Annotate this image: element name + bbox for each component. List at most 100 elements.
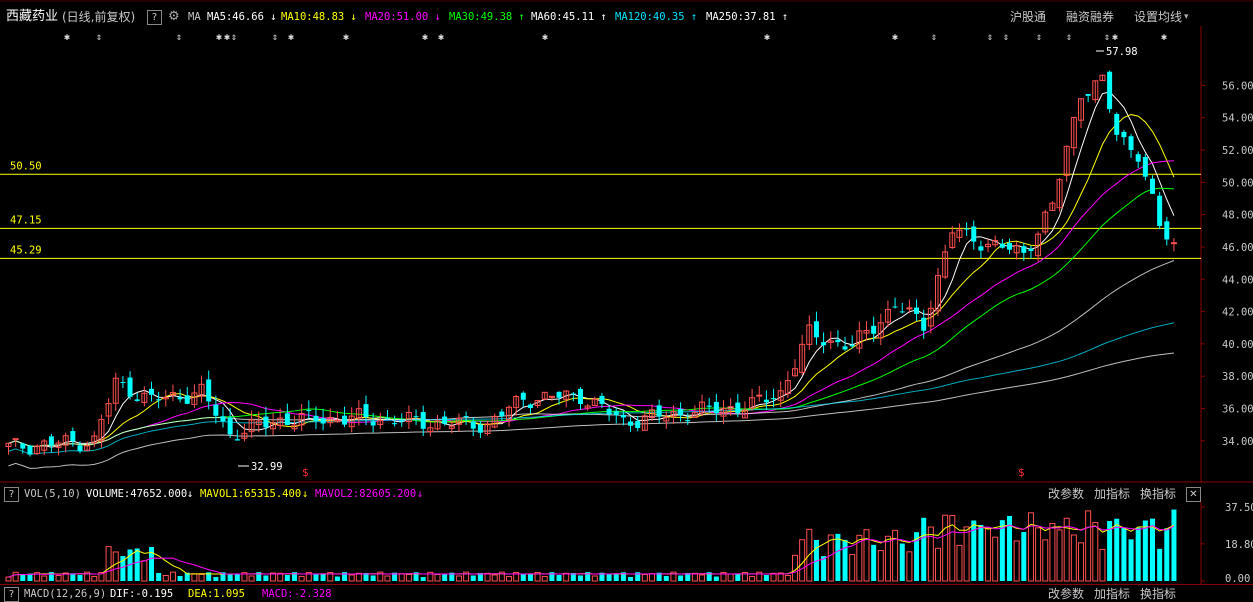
candlestick[interactable]: [513, 394, 520, 416]
volume-bar[interactable]: [849, 554, 856, 582]
event-marker-icon[interactable]: ⇕: [231, 32, 237, 43]
link-ma-settings[interactable]: 设置均线: [1134, 8, 1182, 26]
candlestick[interactable]: [799, 334, 806, 375]
volume-bar[interactable]: [1142, 520, 1148, 581]
volume-bar[interactable]: [177, 575, 183, 581]
volume-bar[interactable]: [191, 573, 198, 582]
candlestick[interactable]: [763, 390, 769, 410]
candlestick[interactable]: [1056, 178, 1063, 212]
candlestick[interactable]: [141, 386, 148, 407]
volume-bar[interactable]: [105, 546, 112, 582]
candlestick[interactable]: [220, 407, 226, 428]
volume-bar[interactable]: [1085, 510, 1092, 582]
volume-bar[interactable]: [649, 573, 655, 582]
candlestick[interactable]: [884, 300, 891, 328]
volume-bar[interactable]: [162, 574, 169, 582]
volume-bar[interactable]: [799, 539, 806, 582]
volume-bar[interactable]: [735, 574, 741, 581]
volume-bar[interactable]: [1092, 522, 1099, 582]
volume-bar[interactable]: [906, 551, 913, 582]
candlestick[interactable]: [284, 403, 290, 426]
candlestick[interactable]: [55, 440, 62, 456]
candlestick[interactable]: [1078, 98, 1084, 128]
candlestick[interactable]: [234, 429, 240, 441]
candlestick[interactable]: [149, 381, 154, 402]
candlestick[interactable]: [1157, 191, 1163, 230]
event-marker-icon[interactable]: ✱: [892, 32, 898, 43]
candlestick[interactable]: [434, 414, 441, 431]
candlestick[interactable]: [584, 403, 591, 411]
volume-bar[interactable]: [628, 577, 634, 581]
candlestick[interactable]: [355, 400, 362, 426]
candlestick[interactable]: [27, 444, 33, 457]
event-marker-icon[interactable]: ✱: [224, 32, 230, 43]
candlestick[interactable]: [1063, 145, 1070, 182]
candlestick[interactable]: [942, 244, 949, 280]
volume-bar[interactable]: [899, 543, 905, 581]
event-marker-icon[interactable]: ✱: [422, 32, 428, 43]
candlestick[interactable]: [949, 226, 956, 249]
volume-bar[interactable]: [156, 572, 162, 581]
candlestick[interactable]: [377, 412, 384, 429]
candlestick[interactable]: [1142, 153, 1148, 181]
volume-bar[interactable]: [935, 547, 941, 582]
candlestick[interactable]: [578, 387, 583, 410]
volume-bar[interactable]: [506, 576, 512, 582]
volume-bar[interactable]: [556, 574, 562, 581]
event-marker-icon[interactable]: ✱: [64, 32, 70, 43]
candlestick[interactable]: [177, 389, 183, 403]
event-marker-icon[interactable]: ✱: [542, 32, 548, 43]
volume-bar[interactable]: [784, 574, 791, 582]
help-icon[interactable]: ?: [4, 587, 19, 602]
help-icon[interactable]: ?: [4, 487, 19, 502]
candlestick[interactable]: [527, 403, 533, 414]
event-marker-icon[interactable]: ⇕: [931, 32, 937, 43]
volume-bar[interactable]: [370, 575, 376, 581]
volume-bar[interactable]: [1164, 528, 1170, 581]
edit-params-button[interactable]: 改参数: [1048, 487, 1084, 501]
candlestick[interactable]: [985, 238, 992, 253]
volume-bar[interactable]: [641, 574, 648, 582]
link-margin-trading[interactable]: 融资融券: [1066, 8, 1114, 26]
volume-bar[interactable]: [1027, 512, 1034, 582]
candlestick[interactable]: [156, 391, 162, 409]
volume-bar[interactable]: [956, 544, 963, 582]
volume-bar[interactable]: [541, 576, 548, 582]
candlestick[interactable]: [956, 223, 963, 243]
volume-bar[interactable]: [963, 526, 970, 582]
volume-bar[interactable]: [405, 574, 412, 582]
volume-bar[interactable]: [1135, 527, 1141, 581]
volume-bar[interactable]: [442, 573, 448, 581]
candlestick[interactable]: [1092, 80, 1099, 103]
candlestick[interactable]: [591, 396, 598, 407]
candlestick[interactable]: [899, 302, 905, 314]
event-marker-icon[interactable]: ⇕: [1066, 32, 1072, 43]
candlestick[interactable]: [1085, 93, 1091, 103]
candlestick[interactable]: [342, 406, 348, 428]
volume-bar[interactable]: [591, 575, 598, 582]
candlestick[interactable]: [599, 392, 605, 408]
candlestick[interactable]: [134, 392, 140, 402]
volume-bar[interactable]: [978, 524, 984, 581]
candlestick[interactable]: [34, 444, 41, 456]
volume-bar[interactable]: [313, 574, 319, 581]
volume-bar[interactable]: [1128, 539, 1134, 581]
candlestick[interactable]: [1070, 116, 1077, 156]
gear-icon[interactable]: ⚙: [168, 8, 180, 26]
candlestick[interactable]: [971, 220, 977, 250]
dividend-marker-icon[interactable]: $: [302, 466, 309, 479]
candlestick[interactable]: [520, 391, 526, 408]
candlestick[interactable]: [914, 299, 920, 322]
event-marker-icon[interactable]: ✱: [438, 32, 444, 43]
volume-bar[interactable]: [1021, 532, 1027, 581]
edit-params-button[interactable]: 改参数: [1048, 587, 1084, 601]
volume-bar[interactable]: [320, 574, 326, 581]
price-chart[interactable]: 50.50 47.15 45.29 56.00 54.00 52.00 50.00 48.0…: [0, 26, 1253, 483]
volume-bar[interactable]: [563, 572, 570, 582]
volume-bar[interactable]: [491, 574, 498, 582]
candlestick[interactable]: [749, 388, 756, 412]
candlestick[interactable]: [606, 405, 612, 422]
volume-bar[interactable]: [298, 576, 305, 582]
candlestick[interactable]: [1128, 133, 1134, 158]
candlestick[interactable]: [320, 408, 326, 431]
